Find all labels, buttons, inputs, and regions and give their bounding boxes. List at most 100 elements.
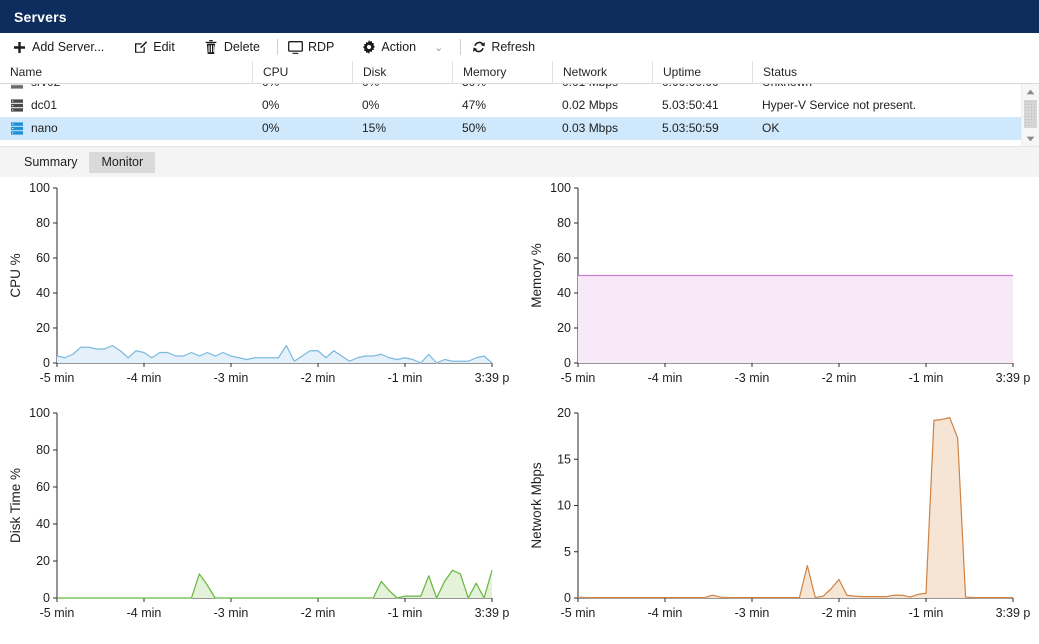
table-cell-memory: 47% <box>452 94 552 117</box>
svg-text:Disk Time %: Disk Time % <box>8 468 23 543</box>
column-header-cpu[interactable]: CPU <box>252 61 352 83</box>
table-cell-cpu: 0% <box>252 84 352 94</box>
toolbar-separator-2 <box>460 39 461 55</box>
svg-text:100: 100 <box>29 406 50 420</box>
svg-text:Memory %: Memory % <box>529 243 544 308</box>
table-cell-network: 0.01 Mbps <box>552 84 652 94</box>
chart-disk: 020406080100-5 min-4 min-3 min-2 min-1 m… <box>0 402 520 631</box>
svg-text:100: 100 <box>550 181 571 195</box>
monitor-icon <box>288 40 303 55</box>
table-row[interactable]: nano 0% 15% 50% 0.03 Mbps 5.03:50:59 OK <box>0 117 1039 140</box>
scrollbar-thumb[interactable] <box>1024 100 1037 128</box>
tab-summary[interactable]: Summary <box>12 152 89 173</box>
svg-text:0: 0 <box>564 591 571 605</box>
action-button[interactable]: Action <box>359 35 425 59</box>
table-cell-network: 0.02 Mbps <box>552 94 652 117</box>
svg-text:-5 min: -5 min <box>40 606 75 620</box>
table-row-partial[interactable]: srv02 0% 0% 30% 0.01 Mbps 0.00:00:00 Unk… <box>0 84 1039 94</box>
table-cell-uptime: 0.00:00:00 <box>652 84 752 94</box>
scroll-up-icon[interactable] <box>1022 84 1039 99</box>
table-cell-cpu: 0% <box>252 117 352 140</box>
svg-text:20: 20 <box>36 554 50 568</box>
rdp-button[interactable]: RDP <box>286 35 343 59</box>
action-label: Action <box>381 40 416 54</box>
chart-memory: 020406080100-5 min-4 min-3 min-2 min-1 m… <box>520 177 1039 396</box>
svg-text:-3 min: -3 min <box>214 371 249 385</box>
svg-text:100: 100 <box>29 181 50 195</box>
svg-text:-2 min: -2 min <box>301 606 336 620</box>
server-icon <box>11 99 23 112</box>
svg-text:20: 20 <box>36 321 50 335</box>
column-header-network[interactable]: Network <box>552 61 652 83</box>
column-header-uptime[interactable]: Uptime <box>652 61 752 83</box>
table-cell-memory: 50% <box>452 117 552 140</box>
svg-text:40: 40 <box>557 286 571 300</box>
add-server-label: Add Server... <box>32 40 104 54</box>
table-cell-status: OK <box>752 117 1039 140</box>
svg-text:-4 min: -4 min <box>647 606 682 620</box>
svg-text:3:39 p: 3:39 p <box>475 371 510 385</box>
toolbar: Add Server... Edit Delete RD <box>0 33 1039 61</box>
table-cell-cpu: 0% <box>252 94 352 117</box>
chart-disk-svg: 020406080100-5 min-4 min-3 min-2 min-1 m… <box>0 402 519 631</box>
svg-text:-4 min: -4 min <box>647 371 682 385</box>
svg-text:-1 min: -1 min <box>388 371 423 385</box>
monitor-charts: 020406080100-5 min-4 min-3 min-2 min-1 m… <box>0 177 1039 627</box>
tab-monitor[interactable]: Monitor <box>89 152 155 173</box>
table-cell-disk: 0% <box>352 94 452 117</box>
add-server-button[interactable]: Add Server... <box>10 35 113 59</box>
svg-text:80: 80 <box>36 443 50 457</box>
column-header-memory[interactable]: Memory <box>452 61 552 83</box>
column-header-disk[interactable]: Disk <box>352 61 452 83</box>
delete-button[interactable]: Delete <box>202 35 269 59</box>
chart-cpu-svg: 020406080100-5 min-4 min-3 min-2 min-1 m… <box>0 177 519 396</box>
table-row[interactable]: dc01 0% 0% 47% 0.02 Mbps 5.03:50:41 Hype… <box>0 94 1039 117</box>
table-cell-name: nano <box>0 117 252 140</box>
table-body: srv02 0% 0% 30% 0.01 Mbps 0.00:00:00 Unk… <box>0 84 1039 146</box>
chart-network-svg: 05101520-5 min-4 min-3 min-2 min-1 min3:… <box>521 402 1039 631</box>
table-cell-uptime: 5.03:50:41 <box>652 94 752 117</box>
column-header-status[interactable]: Status <box>752 61 1039 83</box>
svg-text:60: 60 <box>36 480 50 494</box>
svg-text:-3 min: -3 min <box>734 371 769 385</box>
svg-text:-3 min: -3 min <box>214 606 249 620</box>
table-cell-name-text: srv02 <box>31 84 60 94</box>
svg-text:0: 0 <box>43 356 50 370</box>
table-cell-name-text: nano <box>31 117 58 140</box>
chart-cpu: 020406080100-5 min-4 min-3 min-2 min-1 m… <box>0 177 520 396</box>
page-title: Servers <box>14 9 67 25</box>
server-icon <box>11 84 23 89</box>
svg-text:3:39 p: 3:39 p <box>995 371 1030 385</box>
svg-text:10: 10 <box>557 499 571 513</box>
svg-text:-3 min: -3 min <box>734 606 769 620</box>
refresh-icon <box>471 40 486 55</box>
refresh-button[interactable]: Refresh <box>469 35 544 59</box>
rdp-label: RDP <box>308 40 334 54</box>
table-vertical-scrollbar[interactable] <box>1021 84 1039 146</box>
trash-icon <box>204 40 219 55</box>
svg-text:-1 min: -1 min <box>908 371 943 385</box>
svg-text:-5 min: -5 min <box>560 371 595 385</box>
table-cell-memory: 30% <box>452 84 552 94</box>
column-header-name[interactable]: Name <box>0 61 252 83</box>
svg-text:-4 min: -4 min <box>127 371 162 385</box>
svg-text:3:39 p: 3:39 p <box>475 606 510 620</box>
table-cell-network: 0.03 Mbps <box>552 117 652 140</box>
svg-text:40: 40 <box>36 517 50 531</box>
server-icon <box>11 122 23 135</box>
chart-network: 05101520-5 min-4 min-3 min-2 min-1 min3:… <box>520 402 1039 631</box>
svg-text:5: 5 <box>564 545 571 559</box>
table-cell-disk: 0% <box>352 84 452 94</box>
svg-text:15: 15 <box>557 452 571 466</box>
table-cell-name: srv02 <box>0 84 252 94</box>
svg-text:80: 80 <box>557 216 571 230</box>
svg-text:20: 20 <box>557 406 571 420</box>
chevron-down-icon[interactable]: ⌄ <box>425 41 452 54</box>
refresh-label: Refresh <box>491 40 535 54</box>
svg-text:0: 0 <box>564 356 571 370</box>
scroll-down-icon[interactable] <box>1022 131 1039 146</box>
edit-button[interactable]: Edit <box>131 35 184 59</box>
svg-text:0: 0 <box>43 591 50 605</box>
table-bottom-divider <box>0 146 1039 147</box>
window-title-bar: Servers <box>0 0 1039 33</box>
